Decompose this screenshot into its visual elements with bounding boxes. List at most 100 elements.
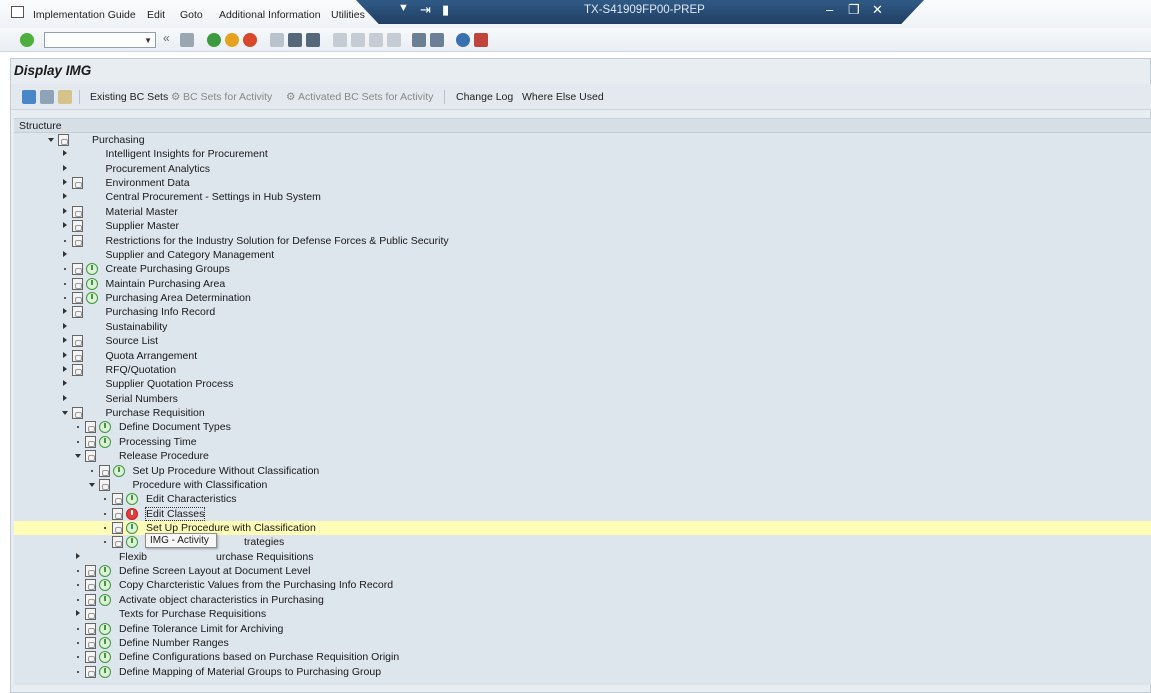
tree-node-label[interactable]: Restrictions for the Industry Solution f… xyxy=(106,235,449,247)
execute-activity-icon[interactable] xyxy=(99,421,111,434)
documentation-icon[interactable] xyxy=(85,651,96,664)
tree-row[interactable]: Supplier Quotation Process xyxy=(14,377,1151,391)
documentation-icon[interactable] xyxy=(71,220,83,233)
execute-activity-icon[interactable] xyxy=(99,435,111,448)
tree-row[interactable]: Material Master xyxy=(14,205,1151,219)
tree-row[interactable]: Define Document Types xyxy=(14,420,1151,434)
documentation-icon[interactable] xyxy=(71,234,83,247)
expand-node-icon[interactable] xyxy=(62,250,67,257)
expand-node-icon[interactable] xyxy=(62,337,67,344)
tree-row[interactable]: Supplier and Category Management xyxy=(14,248,1151,262)
sap-menu-icon[interactable] xyxy=(11,6,24,18)
expand-node-icon[interactable] xyxy=(62,222,67,229)
collapse-node-icon[interactable] xyxy=(75,454,81,459)
tree-node-label[interactable]: Procurement Analytics xyxy=(106,163,210,175)
documentation-icon[interactable] xyxy=(71,177,83,190)
tree-row[interactable]: Procurement Analytics xyxy=(14,162,1151,176)
tree-node-label[interactable]: Define Tolerance Limit for Archiving xyxy=(119,623,283,635)
tree-node-label[interactable]: Texts for Purchase Requisitions xyxy=(119,608,266,620)
tree-row[interactable]: Edit Characteristics xyxy=(14,492,1151,506)
expand-node-icon[interactable] xyxy=(62,308,67,315)
documentation-icon[interactable] xyxy=(71,306,83,319)
execute-activity-icon[interactable] xyxy=(99,622,111,635)
collapse-node-icon[interactable] xyxy=(48,138,54,142)
tree-node-label[interactable]: Set Up Procedure Without Classification xyxy=(133,465,320,477)
tree-row[interactable]: Maintain Purchasing Area xyxy=(14,277,1151,291)
execute-activity-icon[interactable] xyxy=(99,636,111,649)
tree-node-label[interactable]: Purchase Requisition xyxy=(106,407,205,419)
tree-node-label[interactable]: Central Procurement - Settings in Hub Sy… xyxy=(106,191,321,203)
menu-implementation-guide[interactable]: Implementation Guide xyxy=(33,9,136,21)
tree-row[interactable]: Source List xyxy=(14,334,1151,348)
documentation-icon[interactable] xyxy=(85,593,96,606)
tree-node-label[interactable]: Edit Characteristics xyxy=(146,493,236,505)
tree-node-label[interactable]: Define Document Types xyxy=(119,421,231,433)
tree-row[interactable]: Purchasing xyxy=(14,133,1151,147)
execute-activity-icon[interactable] xyxy=(99,579,111,592)
tree-node-label[interactable]: Define Mapping of Material Groups to Pur… xyxy=(119,666,381,678)
execute-activity-icon[interactable] xyxy=(99,593,111,606)
tree-row[interactable]: Quota Arrangement xyxy=(14,349,1151,363)
tree-row[interactable]: Serial Numbers xyxy=(14,392,1151,406)
execute-activity-icon[interactable] xyxy=(126,536,138,549)
cancel-icon[interactable] xyxy=(243,33,257,47)
collapse-icon[interactable]: « xyxy=(163,31,177,45)
bc-sets-for-activity-button[interactable]: BC Sets for Activity xyxy=(183,91,272,103)
expand-node-icon[interactable] xyxy=(62,164,67,171)
documentation-icon[interactable] xyxy=(71,335,83,348)
save-icon[interactable] xyxy=(180,33,194,47)
documentation-icon[interactable] xyxy=(85,421,96,434)
shortcut-icon[interactable] xyxy=(430,33,444,47)
tree-row[interactable]: Create Purchasing Groups xyxy=(14,262,1151,276)
documentation-icon[interactable] xyxy=(98,464,110,477)
tree-node-label[interactable]: Procedure with Classification xyxy=(133,479,268,491)
documentation-icon[interactable] xyxy=(112,507,123,520)
tree-node-label[interactable]: Purchasing Info Record xyxy=(106,306,216,318)
tree-row[interactable]: Restrictions for the Industry Solution f… xyxy=(14,234,1151,248)
execute-activity-icon[interactable] xyxy=(126,507,138,520)
execute-activity-icon[interactable] xyxy=(112,464,125,477)
command-field[interactable]: ▼ xyxy=(44,32,156,48)
close-icon[interactable]: ✕ xyxy=(872,2,883,18)
tree-node-label[interactable]: Intelligent Insights for Procurement xyxy=(106,148,268,160)
documentation-icon[interactable] xyxy=(58,134,69,146)
documentation-icon[interactable] xyxy=(85,636,96,649)
documentation-icon[interactable] xyxy=(85,450,96,463)
print-icon[interactable] xyxy=(270,33,284,47)
tree-node-label[interactable]: Environment Data xyxy=(106,177,190,189)
expand-node-icon[interactable] xyxy=(62,207,67,214)
tree-node-label[interactable]: Activate object characteristics in Purch… xyxy=(119,594,324,606)
help-icon[interactable] xyxy=(456,33,470,47)
documentation-icon[interactable] xyxy=(71,349,83,362)
first-page-icon[interactable] xyxy=(333,33,347,47)
collapse-node-icon[interactable] xyxy=(88,482,95,487)
last-page-icon[interactable] xyxy=(387,33,401,47)
new-session-icon[interactable] xyxy=(412,33,426,47)
tree-row[interactable]: Intelligent Insights for Procurement xyxy=(14,147,1151,161)
documentation-icon[interactable] xyxy=(71,277,83,290)
documentation-icon[interactable] xyxy=(112,493,123,506)
exit-icon[interactable] xyxy=(225,33,239,47)
expand-node-icon[interactable] xyxy=(62,365,67,372)
execute-activity-icon[interactable] xyxy=(99,565,111,578)
documentation-icon[interactable] xyxy=(98,478,110,491)
documentation-icon[interactable] xyxy=(71,205,83,218)
menu-edit[interactable]: Edit xyxy=(147,9,165,21)
where-else-used-button[interactable]: Where Else Used xyxy=(522,91,604,103)
tree-row[interactable]: Set Up Procedure Without Classification xyxy=(14,464,1151,478)
documentation-icon[interactable] xyxy=(85,608,96,621)
execute-activity-icon[interactable] xyxy=(85,292,98,305)
tree-node-label[interactable]: Define Configurations based on Purchase … xyxy=(119,651,399,663)
tree-row[interactable]: Copy Charcteristic Values from the Purch… xyxy=(14,578,1151,592)
tree-node-label[interactable]: RFQ/Quotation xyxy=(106,364,177,376)
documentation-icon[interactable] xyxy=(71,292,83,305)
execute-activity-icon[interactable] xyxy=(126,521,138,534)
notes-icon[interactable] xyxy=(58,90,72,104)
tree-row[interactable]: Activate object characteristics in Purch… xyxy=(14,593,1151,607)
back-icon[interactable] xyxy=(207,33,221,47)
tree-row[interactable]: Processing Time xyxy=(14,435,1151,449)
documentation-icon[interactable] xyxy=(71,263,83,276)
documentation-icon[interactable] xyxy=(85,665,96,678)
menu-additional-information[interactable]: Additional Information xyxy=(219,9,321,21)
tree-node-label[interactable]: trategies xyxy=(244,536,284,548)
